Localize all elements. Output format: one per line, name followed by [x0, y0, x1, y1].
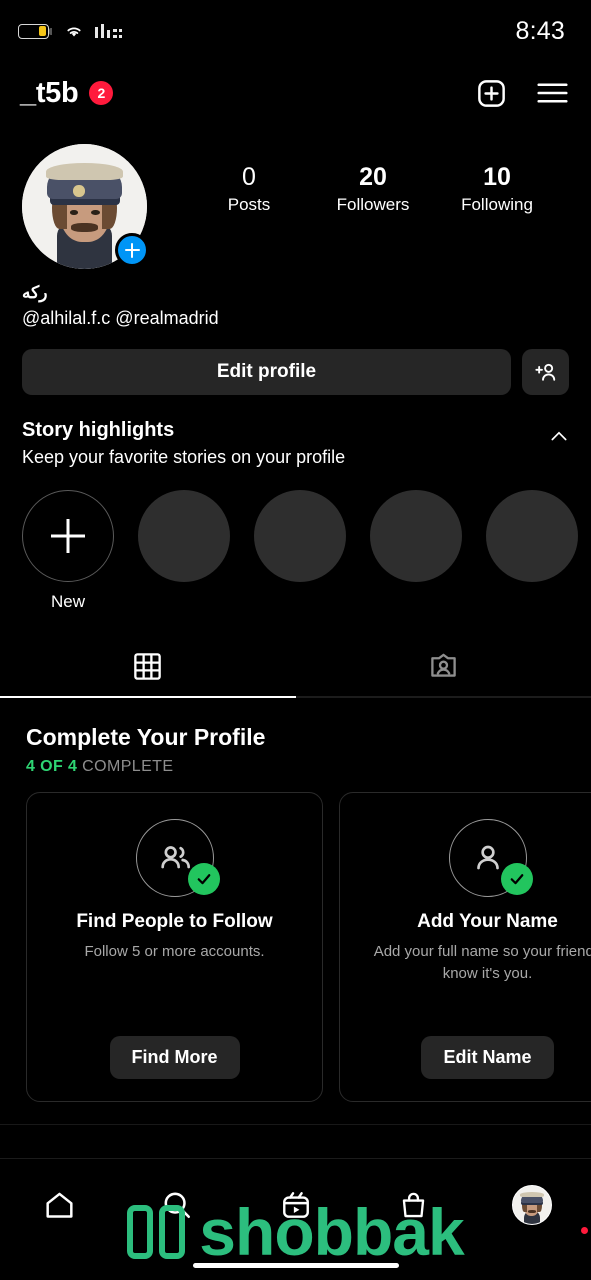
find-more-button[interactable]: Find More	[109, 1036, 240, 1079]
complete-profile-status: 4 OF 4 COMPLETE	[26, 758, 565, 776]
highlight-placeholder[interactable]	[370, 490, 462, 612]
page-title: _t5b	[20, 76, 79, 109]
card-title: Add Your Name	[417, 911, 558, 932]
status-clock: 8:43	[515, 16, 565, 45]
story-highlights-header: Story highlights Keep your favorite stor…	[0, 395, 591, 468]
profile-header: _t5b 2	[0, 62, 591, 124]
tagged-icon	[430, 653, 456, 677]
tab-active-indicator	[0, 696, 296, 698]
stat-label: Posts	[227, 195, 271, 215]
complete-profile-cards: Find People to Follow Follow 5 or more a…	[0, 776, 591, 1102]
stat-followers[interactable]: 20 Followers	[334, 162, 412, 215]
highlight-placeholder[interactable]	[138, 490, 230, 612]
profile-tabs	[0, 636, 591, 696]
add-person-icon[interactable]	[522, 349, 569, 395]
nav-profile[interactable]	[473, 1177, 591, 1234]
highlight-label: New	[50, 592, 85, 611]
bottom-navigation	[0, 1158, 591, 1280]
tab-grid[interactable]	[0, 636, 296, 696]
highlight-new[interactable]: New	[22, 490, 114, 612]
profile-bio: ركه @alhilal.f.c @realmadrid	[0, 269, 591, 329]
add-story-button[interactable]	[115, 233, 149, 267]
shop-icon	[402, 1192, 425, 1217]
status-indicators	[18, 23, 123, 39]
username-block[interactable]: _t5b 2	[20, 76, 114, 110]
notification-dot	[581, 1227, 589, 1234]
tab-tagged[interactable]	[296, 636, 591, 696]
card-title: Find People to Follow	[76, 911, 273, 932]
home-icon	[46, 1192, 73, 1218]
complete-count: 4 OF 4	[26, 758, 78, 775]
nav-home[interactable]	[0, 1177, 118, 1233]
avatar	[511, 1185, 552, 1225]
edit-name-button[interactable]: Edit Name	[421, 1036, 554, 1079]
search-icon	[164, 1192, 191, 1218]
profile-summary: 0 Posts 20 Followers 10 Following	[0, 124, 591, 269]
cellular-signal-icon	[95, 24, 123, 38]
highlight-placeholder[interactable]	[254, 490, 346, 612]
profile-stats: 0 Posts 20 Followers 10 Following	[147, 144, 569, 215]
nav-search[interactable]	[118, 1177, 236, 1233]
wifi-icon	[67, 27, 81, 37]
stat-label: Followers	[336, 195, 410, 215]
highlights-title: Story highlights	[22, 419, 175, 441]
nav-shop[interactable]	[355, 1177, 473, 1233]
grid-icon	[134, 652, 162, 680]
check-circle-icon	[500, 863, 533, 895]
bio-display-name: ركه	[22, 283, 48, 302]
highlights-subtitle: Keep your favorite stories on your profi…	[22, 447, 346, 467]
edit-profile-button[interactable]: Edit profile	[22, 349, 511, 395]
stat-value: 10	[483, 163, 511, 191]
stat-value: 0	[242, 163, 256, 191]
profile-actions: Edit profile	[0, 329, 591, 395]
card-find-people[interactable]: Find People to Follow Follow 5 or more a…	[26, 792, 323, 1102]
complete-profile-title: Complete Your Profile	[26, 724, 266, 750]
card-add-name[interactable]: Add Your Name Add your full name so your…	[339, 792, 591, 1102]
avatar-portrait-small	[512, 1186, 551, 1224]
reels-icon	[282, 1192, 309, 1218]
check-circle-icon	[187, 863, 220, 895]
stat-label: Following	[461, 195, 533, 215]
plus-square-icon[interactable]	[476, 78, 507, 109]
highlight-placeholder[interactable]	[486, 490, 578, 612]
complete-label: COMPLETE	[82, 758, 174, 775]
status-badge[interactable]: 2	[89, 81, 114, 105]
bio-text: @alhilal.f.c @realmadrid	[22, 308, 219, 328]
status-bar: 8:43	[0, 0, 591, 62]
nav-reels[interactable]	[236, 1177, 354, 1233]
card-description: Follow 5 or more accounts.	[84, 943, 265, 960]
hamburger-menu-icon[interactable]	[536, 80, 569, 106]
card-description: Add your full name so your friends know …	[373, 943, 591, 982]
chevron-up-icon[interactable]	[549, 427, 569, 447]
stat-value: 20	[359, 163, 387, 191]
stat-following[interactable]: 10 Following	[458, 162, 536, 215]
complete-profile-section: Complete Your Profile 4 OF 4 COMPLETE	[0, 698, 591, 776]
battery-low-icon	[18, 23, 53, 39]
stat-posts[interactable]: 0 Posts	[210, 162, 288, 215]
story-highlights-row[interactable]: New	[0, 468, 591, 612]
home-indicator	[192, 1263, 399, 1268]
